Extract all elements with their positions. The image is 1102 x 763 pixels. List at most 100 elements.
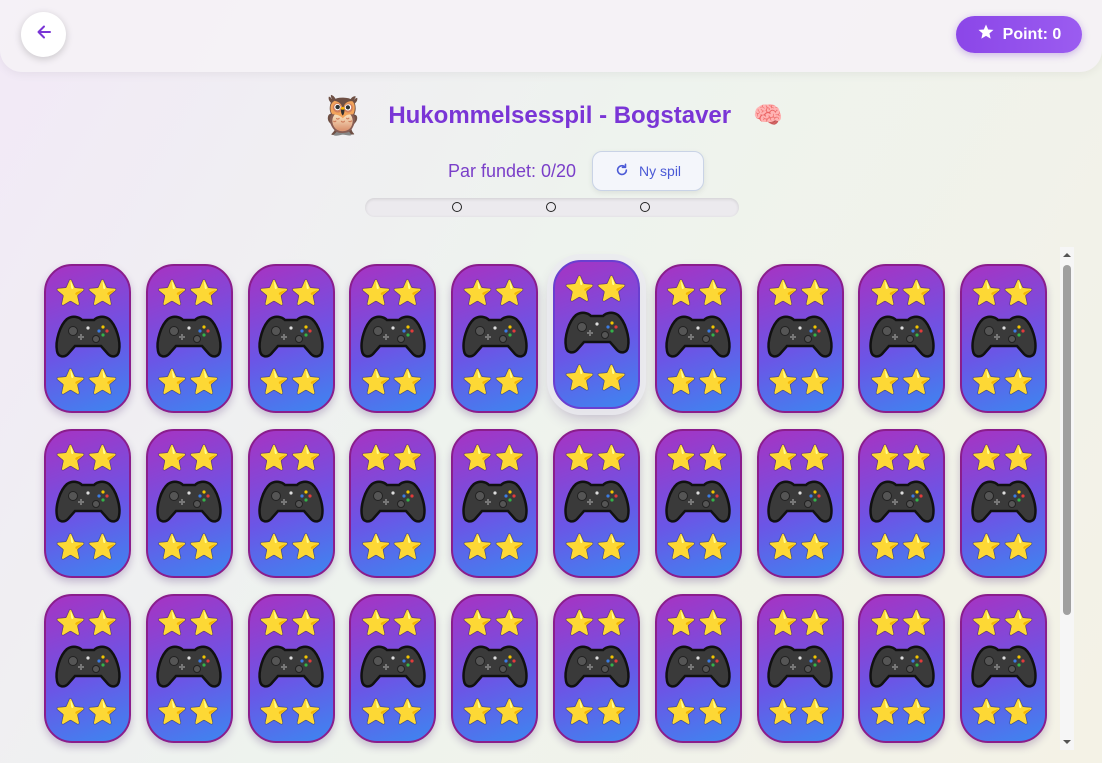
star-row-top: ⭐⭐: [564, 276, 629, 303]
scrollbar[interactable]: [1060, 247, 1074, 750]
star-row-top: ⭐⭐: [971, 445, 1036, 472]
owl-icon: 🦉: [318, 95, 367, 137]
memory-card[interactable]: ⭐⭐ ⭐⭐: [553, 429, 640, 578]
memory-card[interactable]: ⭐⭐ ⭐⭐: [451, 264, 539, 413]
star-row-bottom: ⭐⭐: [971, 699, 1036, 726]
game-title-row: 🦉 Hukommelsesspil - Bogstaver 🧠: [0, 94, 1102, 138]
game-controller-icon: [256, 476, 326, 531]
game-controller-icon: [867, 311, 937, 366]
memory-card[interactable]: ⭐⭐ ⭐⭐: [44, 594, 131, 743]
star-row-bottom: ⭐⭐: [564, 534, 629, 561]
memory-card[interactable]: ⭐⭐ ⭐⭐: [858, 429, 946, 578]
game-controller-icon: [460, 311, 530, 366]
memory-card[interactable]: ⭐⭐ ⭐⭐: [145, 264, 233, 413]
game-controller-icon: [765, 476, 835, 531]
game-controller-icon: [969, 641, 1039, 696]
star-row-top: ⭐⭐: [564, 610, 629, 637]
memory-card[interactable]: ⭐⭐ ⭐⭐: [247, 264, 335, 413]
game-controller-icon: [969, 311, 1039, 366]
star-row-bottom: ⭐⭐: [157, 699, 222, 726]
memory-card[interactable]: ⭐⭐ ⭐⭐: [349, 264, 437, 413]
star-row-top: ⭐⭐: [870, 280, 934, 307]
star-row-bottom: ⭐⭐: [157, 534, 222, 561]
star-row-top: ⭐⭐: [870, 445, 934, 472]
memory-card[interactable]: ⭐⭐ ⭐⭐: [145, 429, 233, 578]
points-badge: Point: 0: [956, 16, 1082, 53]
game-controller-icon: [562, 641, 632, 696]
game-controller-icon: [460, 641, 530, 696]
memory-card[interactable]: ⭐⭐ ⭐⭐: [44, 264, 131, 413]
game-controller-icon: [867, 641, 937, 696]
star-row-bottom: ⭐⭐: [564, 365, 629, 392]
star-row-bottom: ⭐⭐: [55, 699, 120, 726]
memory-card[interactable]: ⭐⭐ ⭐⭐: [451, 594, 539, 743]
star-icon: [977, 23, 995, 46]
memory-card[interactable]: ⭐⭐ ⭐⭐: [960, 264, 1048, 413]
star-row-top: ⭐⭐: [462, 445, 527, 472]
star-row-bottom: ⭐⭐: [971, 369, 1036, 396]
scroll-up-icon[interactable]: [1062, 250, 1072, 260]
star-row-bottom: ⭐⭐: [55, 369, 120, 396]
memory-card[interactable]: ⭐⭐ ⭐⭐: [145, 594, 233, 743]
scroll-down-icon[interactable]: [1062, 737, 1072, 747]
star-row-top: ⭐⭐: [768, 445, 832, 472]
star-row-bottom: ⭐⭐: [361, 699, 425, 726]
star-row-top: ⭐⭐: [259, 445, 323, 472]
star-row-top: ⭐⭐: [55, 445, 120, 472]
game-controller-icon: [765, 641, 835, 696]
star-row-top: ⭐⭐: [157, 280, 222, 307]
game-controller-icon: [358, 311, 428, 366]
back-button[interactable]: [21, 12, 66, 57]
memory-card[interactable]: ⭐⭐ ⭐⭐: [858, 594, 946, 743]
memory-card[interactable]: ⭐⭐ ⭐⭐: [756, 429, 844, 578]
memory-card[interactable]: ⭐⭐ ⭐⭐: [756, 264, 844, 413]
arrow-left-icon: [35, 23, 53, 46]
memory-card[interactable]: ⭐⭐ ⭐⭐: [44, 429, 131, 578]
memory-card[interactable]: ⭐⭐ ⭐⭐: [654, 264, 742, 413]
star-row-top: ⭐⭐: [768, 610, 832, 637]
star-row-top: ⭐⭐: [666, 280, 731, 307]
game-controller-icon: [358, 641, 428, 696]
star-row-top: ⭐⭐: [157, 610, 222, 637]
star-row-top: ⭐⭐: [462, 610, 527, 637]
progress-marker: [546, 202, 556, 212]
star-row-bottom: ⭐⭐: [462, 699, 527, 726]
game-controller-icon: [663, 641, 733, 696]
scroll-thumb[interactable]: [1063, 265, 1071, 615]
game-controller-icon: [969, 476, 1039, 531]
new-game-button[interactable]: Ny spil: [592, 151, 705, 191]
memory-card[interactable]: ⭐⭐ ⭐⭐: [349, 594, 437, 743]
star-row-bottom: ⭐⭐: [259, 534, 323, 561]
star-row-top: ⭐⭐: [564, 445, 629, 472]
memory-card[interactable]: ⭐⭐ ⭐⭐: [858, 264, 946, 413]
memory-card[interactable]: ⭐⭐ ⭐⭐: [451, 429, 539, 578]
star-row-bottom: ⭐⭐: [361, 534, 425, 561]
memory-card[interactable]: ⭐⭐ ⭐⭐: [654, 594, 742, 743]
star-row-top: ⭐⭐: [666, 445, 731, 472]
top-bar: Point: 0: [0, 0, 1102, 72]
memory-card[interactable]: ⭐⭐ ⭐⭐: [553, 260, 640, 409]
memory-card[interactable]: ⭐⭐ ⭐⭐: [247, 594, 335, 743]
game-controller-icon: [53, 641, 123, 696]
game-controller-icon: [154, 476, 224, 531]
new-game-label: Ny spil: [639, 163, 682, 179]
star-row-top: ⭐⭐: [157, 445, 222, 472]
memory-card[interactable]: ⭐⭐ ⭐⭐: [553, 594, 640, 743]
star-row-bottom: ⭐⭐: [666, 699, 731, 726]
memory-card[interactable]: ⭐⭐ ⭐⭐: [349, 429, 437, 578]
memory-card[interactable]: ⭐⭐ ⭐⭐: [654, 429, 742, 578]
star-row-top: ⭐⭐: [971, 280, 1036, 307]
game-controller-icon: [256, 311, 326, 366]
memory-card[interactable]: ⭐⭐ ⭐⭐: [960, 429, 1048, 578]
memory-card[interactable]: ⭐⭐ ⭐⭐: [960, 594, 1048, 743]
star-row-bottom: ⭐⭐: [361, 369, 425, 396]
star-row-bottom: ⭐⭐: [768, 534, 832, 561]
page-title: Hukommelsesspil - Bogstaver: [388, 102, 732, 129]
memory-card[interactable]: ⭐⭐ ⭐⭐: [756, 594, 844, 743]
star-row-bottom: ⭐⭐: [666, 369, 731, 396]
memory-card[interactable]: ⭐⭐ ⭐⭐: [247, 429, 335, 578]
star-row-top: ⭐⭐: [361, 280, 425, 307]
star-row-bottom: ⭐⭐: [462, 369, 527, 396]
star-row-top: ⭐⭐: [361, 610, 425, 637]
star-row-top: ⭐⭐: [870, 610, 934, 637]
